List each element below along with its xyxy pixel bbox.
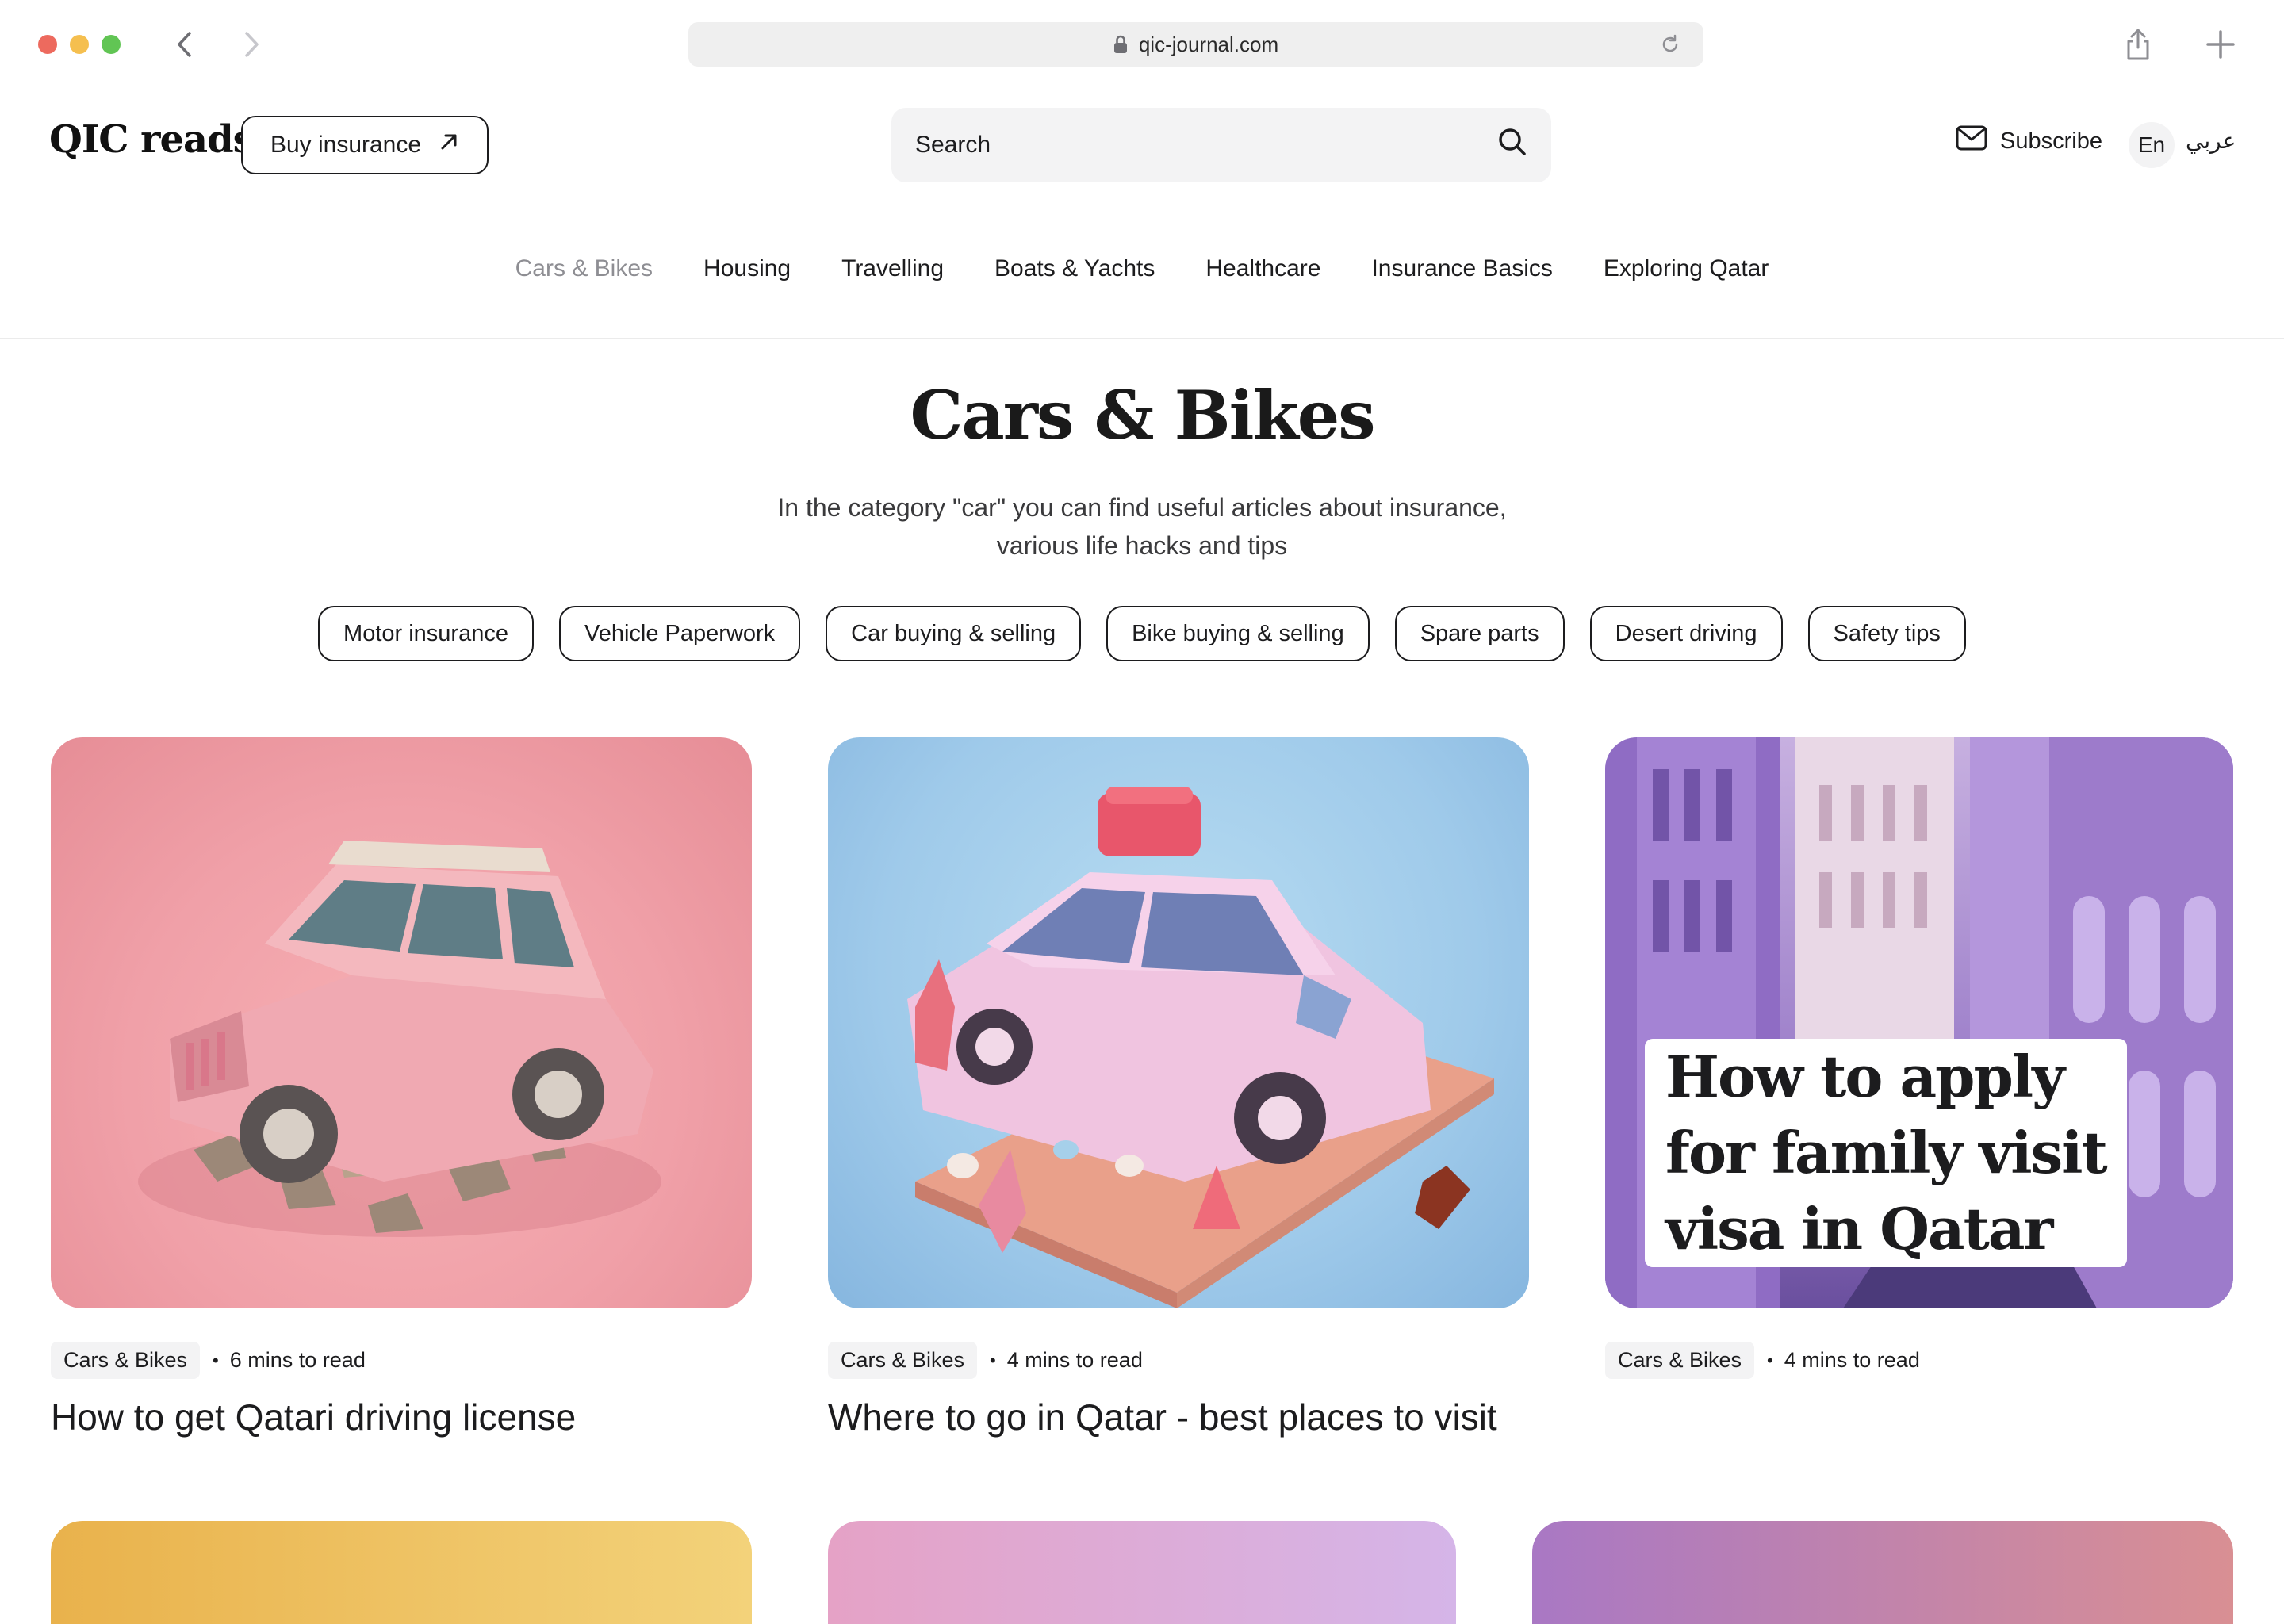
meta-separator: • bbox=[1767, 1350, 1773, 1370]
headline-line: for family visit bbox=[1665, 1119, 2108, 1186]
external-arrow-icon bbox=[439, 132, 459, 159]
tag-bike-buying-selling[interactable]: Bike buying & selling bbox=[1106, 606, 1370, 661]
article-title[interactable]: Where to go in Qatar - best places to vi… bbox=[828, 1396, 1497, 1438]
search-input[interactable]: Search bbox=[915, 132, 1497, 159]
nav-item-travelling[interactable]: Travelling bbox=[816, 255, 969, 282]
meta-separator: • bbox=[990, 1350, 996, 1370]
lang-en-button[interactable]: En bbox=[2129, 122, 2175, 168]
article-image-purple-street[interactable]: How to apply for family visit visa in Qa… bbox=[1605, 737, 2233, 1308]
url-text: qic-journal.com bbox=[1138, 32, 1279, 56]
read-time: 6 mins to read bbox=[229, 1348, 366, 1372]
article-image-purple-gradient[interactable] bbox=[1532, 1521, 2233, 1624]
page-description: In the category "car" you can find usefu… bbox=[777, 493, 1507, 560]
read-time: 4 mins to read bbox=[1006, 1348, 1143, 1372]
article-image-yellow[interactable] bbox=[51, 1521, 752, 1624]
tag-motor-insurance[interactable]: Motor insurance bbox=[318, 606, 534, 661]
article-meta: Cars & Bikes • 6 mins to read bbox=[51, 1342, 366, 1379]
tag-car-buying-selling[interactable]: Car buying & selling bbox=[826, 606, 1082, 661]
subscribe-link[interactable]: Subscribe bbox=[1956, 125, 2102, 157]
page-title: Cars & Bikes bbox=[910, 376, 1376, 454]
tag-vehicle-paperwork[interactable]: Vehicle Paperwork bbox=[558, 606, 801, 661]
buy-insurance-label: Buy insurance bbox=[270, 132, 422, 158]
nav-item-housing[interactable]: Housing bbox=[678, 255, 816, 282]
article-image-pink-gradient[interactable] bbox=[828, 1521, 1456, 1624]
article-category-badge[interactable]: Cars & Bikes bbox=[1605, 1342, 1755, 1379]
article-image-pink-car[interactable] bbox=[828, 737, 1529, 1308]
browser-chrome: qic-journal.com bbox=[0, 0, 2284, 89]
back-arrow-icon[interactable] bbox=[167, 27, 201, 62]
header-divider bbox=[0, 338, 2284, 339]
nav-item-healthcare[interactable]: Healthcare bbox=[1180, 255, 1346, 282]
share-icon[interactable] bbox=[2122, 27, 2154, 66]
lang-ar-button[interactable]: عربي bbox=[2186, 128, 2236, 154]
tag-safety-tips[interactable]: Safety tips bbox=[1807, 606, 1966, 661]
search-field[interactable]: Search bbox=[891, 108, 1551, 182]
new-tab-icon[interactable] bbox=[2205, 27, 2236, 66]
tag-filter-list: Motor insurance Vehicle Paperwork Car bu… bbox=[0, 606, 2284, 661]
article-meta: Cars & Bikes • 4 mins to read bbox=[1605, 1342, 1920, 1379]
meta-separator: • bbox=[213, 1350, 219, 1370]
tag-spare-parts[interactable]: Spare parts bbox=[1394, 606, 1565, 661]
category-nav: Cars & Bikes Housing Travelling Boats & … bbox=[0, 255, 2284, 282]
nav-item-exploring-qatar[interactable]: Exploring Qatar bbox=[1578, 255, 1794, 282]
tag-desert-driving[interactable]: Desert driving bbox=[1589, 606, 1783, 661]
language-switcher: En عربي bbox=[2129, 122, 2236, 168]
headline-line: How to apply bbox=[1665, 1043, 2065, 1110]
maximize-window-icon[interactable] bbox=[102, 35, 121, 54]
minimize-window-icon[interactable] bbox=[70, 35, 89, 54]
forward-arrow-icon[interactable] bbox=[235, 27, 270, 62]
subscribe-label: Subscribe bbox=[2000, 128, 2102, 154]
read-time: 4 mins to read bbox=[1784, 1348, 1920, 1372]
lock-icon bbox=[1113, 35, 1128, 54]
site-logo[interactable]: QIC reads bbox=[49, 117, 255, 162]
article-category-badge[interactable]: Cars & Bikes bbox=[51, 1342, 201, 1379]
buy-insurance-button[interactable]: Buy insurance bbox=[241, 116, 489, 174]
article-category-badge[interactable]: Cars & Bikes bbox=[828, 1342, 978, 1379]
article-image-pink-suv[interactable] bbox=[51, 737, 752, 1308]
nav-item-cars-bikes[interactable]: Cars & Bikes bbox=[490, 255, 678, 282]
nav-item-boats-yachts[interactable]: Boats & Yachts bbox=[969, 255, 1180, 282]
search-icon[interactable] bbox=[1497, 127, 1527, 163]
article-title[interactable]: How to get Qatari driving license bbox=[51, 1396, 576, 1438]
article-image-headline: How to apply for family visit visa in Qa… bbox=[1645, 1039, 2127, 1267]
reload-icon[interactable] bbox=[1659, 33, 1681, 61]
article-meta: Cars & Bikes • 4 mins to read bbox=[828, 1342, 1143, 1379]
headline-line: visa in Qatar bbox=[1665, 1195, 2053, 1262]
address-bar[interactable]: qic-journal.com bbox=[688, 22, 1703, 67]
nav-item-insurance-basics[interactable]: Insurance Basics bbox=[1346, 255, 1577, 282]
close-window-icon[interactable] bbox=[38, 35, 57, 54]
mail-icon bbox=[1956, 125, 1987, 157]
